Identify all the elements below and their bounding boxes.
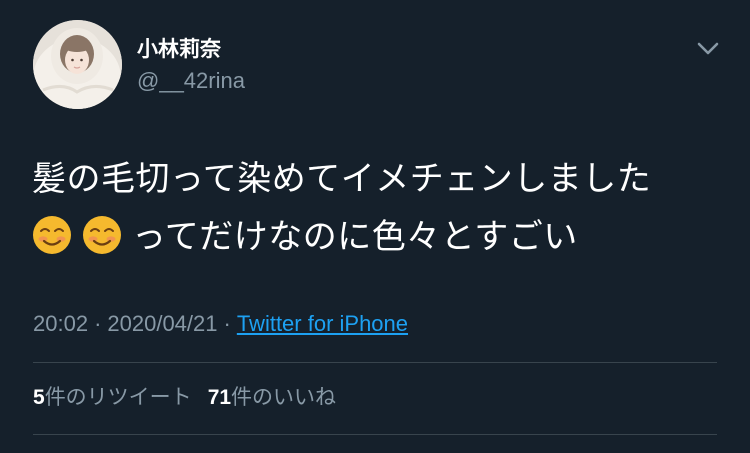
smiling-face-emoji-icon	[82, 215, 122, 255]
separator-dot: ·	[94, 311, 102, 336]
retweets-stat[interactable]: 5件のリツイート	[33, 385, 192, 409]
tweet-detail: 小林莉奈 @__42rina 髪の毛切って染めてイメチェンしました ってだけなの…	[0, 0, 750, 453]
likes-label: 件のいいね	[231, 385, 337, 409]
tweet-source-link[interactable]: Twitter for iPhone	[237, 311, 408, 336]
tweet-text-continuation: ってだけなのに色々とすごい	[132, 217, 578, 257]
tweet-timestamp-row: 20:02 · 2020/04/21 · Twitter for iPhone	[33, 309, 408, 339]
chevron-down-icon[interactable]	[693, 34, 723, 64]
tweet-time: 20:02	[33, 311, 89, 336]
likes-stat[interactable]: 71件のいいね	[208, 385, 336, 409]
smiling-face-emoji-icon	[32, 215, 72, 255]
tweet-date: 2020/04/21	[107, 311, 218, 336]
tweet-stats: 5件のリツイート 71件のいいね	[33, 382, 336, 413]
tweet-text-line: 髪の毛切って染めてイメチェンしました	[32, 159, 652, 199]
author-display-name[interactable]: 小林莉奈	[137, 36, 221, 62]
tweet-text: 髪の毛切って染めてイメチェンしました ってだけなのに色々とすごい	[32, 150, 722, 266]
retweets-count: 5	[33, 386, 45, 409]
separator-dot: ·	[223, 311, 231, 336]
divider	[33, 362, 717, 363]
avatar[interactable]	[33, 20, 122, 109]
retweets-label: 件のリツイート	[44, 385, 192, 409]
tweet-text-line: ってだけなのに色々とすごい	[32, 208, 722, 266]
author-handle[interactable]: @__42rina	[137, 68, 245, 94]
divider	[33, 434, 717, 435]
likes-count: 71	[207, 386, 232, 409]
